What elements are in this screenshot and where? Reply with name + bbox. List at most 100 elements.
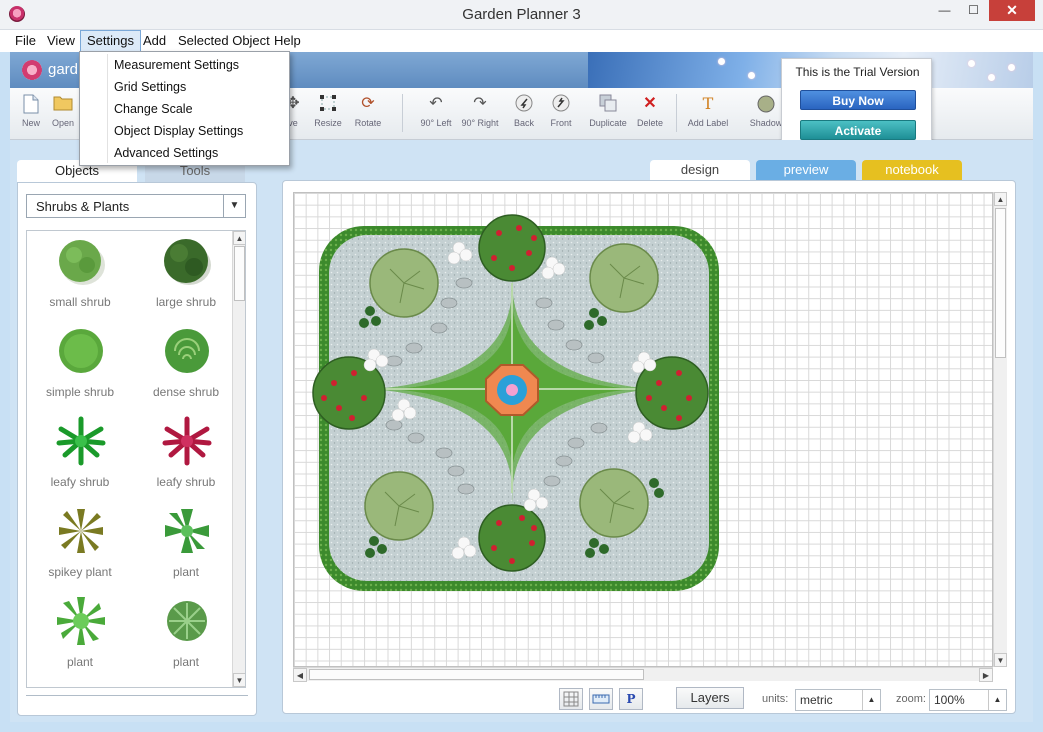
delete-label: Delete	[636, 118, 663, 128]
list-item[interactable]: leafy shrub	[136, 415, 236, 505]
plant-list-toggle-button[interactable]: P	[619, 688, 643, 710]
plant-list-scrollbar[interactable]: ▲ ▼	[232, 231, 245, 687]
shadow-button[interactable]: Shadow	[748, 92, 784, 136]
resize-button[interactable]: Resize	[310, 92, 346, 136]
logo-text: gard	[48, 61, 79, 78]
list-item[interactable]: leafy shrub	[30, 415, 130, 505]
close-button[interactable]: ✕	[989, 0, 1035, 21]
menu-item-measurement-settings[interactable]: Measurement Settings	[114, 54, 239, 76]
scroll-down-icon[interactable]: ▼	[233, 673, 245, 687]
add-label-button[interactable]: T Add Label	[684, 92, 732, 136]
duplicate-label: Duplicate	[589, 118, 627, 128]
delete-icon: ✕	[643, 95, 657, 112]
chevron-down-icon[interactable]: ▼	[223, 195, 245, 217]
garden-plan[interactable]	[294, 193, 993, 667]
rotate-button[interactable]: ⟳ Rotate	[350, 92, 386, 136]
back-label: Back	[513, 118, 534, 128]
resize-label: Resize	[314, 118, 342, 128]
settings-menu: Measurement Settings Grid Settings Chang…	[79, 51, 290, 166]
grid-icon	[563, 691, 579, 707]
list-item[interactable]: plant	[136, 505, 236, 595]
menu-item-advanced-settings[interactable]: Advanced Settings	[114, 142, 218, 164]
scroll-down-icon[interactable]: ▼	[994, 653, 1007, 667]
menu-bar: File View Settings Add Selected Object H…	[0, 30, 1043, 52]
back-button[interactable]: Back	[510, 92, 538, 136]
title-bar: Garden Planner 3 — ☐ ✕	[0, 0, 1043, 30]
canvas-vertical-scrollbar[interactable]: ▲ ▼	[993, 192, 1007, 667]
list-item[interactable]: plant	[30, 595, 130, 685]
plant-list: small shrub large shrub simple shrub den…	[26, 230, 246, 688]
scroll-thumb[interactable]	[995, 208, 1006, 358]
minimize-button[interactable]: —	[931, 0, 958, 21]
rotate-label: Rotate	[354, 118, 382, 128]
maximize-button[interactable]: ☐	[960, 0, 987, 21]
logo-flower-icon	[22, 60, 42, 80]
delete-button[interactable]: ✕ Delete	[634, 92, 666, 136]
menu-add[interactable]: Add	[137, 30, 172, 52]
menu-settings[interactable]: Settings	[80, 30, 141, 52]
bring-front-icon	[551, 94, 571, 114]
menu-file[interactable]: File	[9, 30, 42, 52]
simple-shrub-icon	[59, 329, 103, 373]
rotate-right-button[interactable]: ↷ 90° Right	[458, 92, 502, 136]
toolbar-separator	[402, 94, 403, 132]
units-value: metric	[800, 693, 833, 707]
list-item[interactable]: small shrub	[30, 235, 130, 325]
chevron-up-icon[interactable]: ▲	[988, 690, 1006, 710]
plant-round-icon	[167, 601, 207, 641]
plant-label: simple shrub	[45, 385, 115, 399]
list-item[interactable]: dense shrub	[136, 325, 236, 415]
menu-view[interactable]: View	[41, 30, 81, 52]
tab-preview[interactable]: preview	[756, 160, 856, 180]
menu-item-object-display-settings[interactable]: Object Display Settings	[114, 120, 243, 142]
zoom-select[interactable]: 100% ▲	[929, 689, 1007, 711]
units-select[interactable]: metric ▲	[795, 689, 881, 711]
menu-item-change-scale[interactable]: Change Scale	[114, 98, 193, 120]
front-button[interactable]: Front	[546, 92, 576, 136]
scroll-thumb[interactable]	[309, 669, 644, 680]
scroll-up-icon[interactable]: ▲	[233, 231, 245, 245]
plant-label: plant	[172, 655, 200, 669]
rotate-right-label: 90° Right	[461, 118, 499, 128]
category-select[interactable]: Shrubs & Plants ▼	[26, 194, 246, 218]
zoom-label: zoom:	[896, 693, 926, 705]
list-item[interactable]: plant	[136, 595, 236, 685]
menu-item-grid-settings[interactable]: Grid Settings	[114, 76, 186, 98]
rotate-icon: ⟳	[361, 95, 375, 112]
send-back-icon	[514, 94, 534, 114]
activate-button[interactable]: Activate	[800, 120, 916, 140]
menu-selected-object[interactable]: Selected Object	[172, 30, 276, 52]
layers-button[interactable]: Layers	[676, 687, 744, 709]
tab-design[interactable]: design	[650, 160, 750, 180]
rotate-left-icon: ↶	[429, 95, 443, 112]
scroll-left-icon[interactable]: ◀	[293, 668, 307, 682]
menu-gutter	[107, 54, 108, 163]
grid-toggle-button[interactable]	[559, 688, 583, 710]
duplicate-button[interactable]: Duplicate	[586, 92, 630, 136]
front-label: Front	[550, 118, 572, 128]
scroll-right-icon[interactable]: ▶	[979, 668, 993, 682]
list-item[interactable]: large shrub	[136, 235, 236, 325]
design-canvas[interactable]	[293, 192, 993, 667]
open-label: Open	[51, 118, 75, 128]
open-folder-icon	[53, 94, 73, 114]
tab-notebook[interactable]: notebook	[862, 160, 962, 180]
open-button[interactable]: Open	[48, 92, 78, 136]
new-label: New	[21, 118, 40, 128]
spikey-plant-icon	[59, 509, 103, 553]
trial-notice: This is the Trial Version Buy Now Activa…	[781, 58, 932, 150]
list-item[interactable]: simple shrub	[30, 325, 130, 415]
canvas-horizontal-scrollbar[interactable]: ◀ ▶	[293, 667, 993, 682]
list-item[interactable]: spikey plant	[30, 505, 130, 595]
chevron-up-icon[interactable]: ▲	[862, 690, 880, 710]
buy-now-button[interactable]: Buy Now	[800, 90, 916, 110]
shadow-icon	[756, 94, 776, 114]
rotate-left-button[interactable]: ↶ 90° Left	[416, 92, 456, 136]
scroll-up-icon[interactable]: ▲	[994, 192, 1007, 206]
scroll-thumb[interactable]	[234, 246, 245, 301]
new-button[interactable]: New	[16, 92, 46, 136]
zoom-value: 100%	[934, 693, 965, 707]
ruler-toggle-button[interactable]	[589, 688, 613, 710]
menu-help[interactable]: Help	[268, 30, 307, 52]
plant-label: plant	[172, 565, 200, 579]
